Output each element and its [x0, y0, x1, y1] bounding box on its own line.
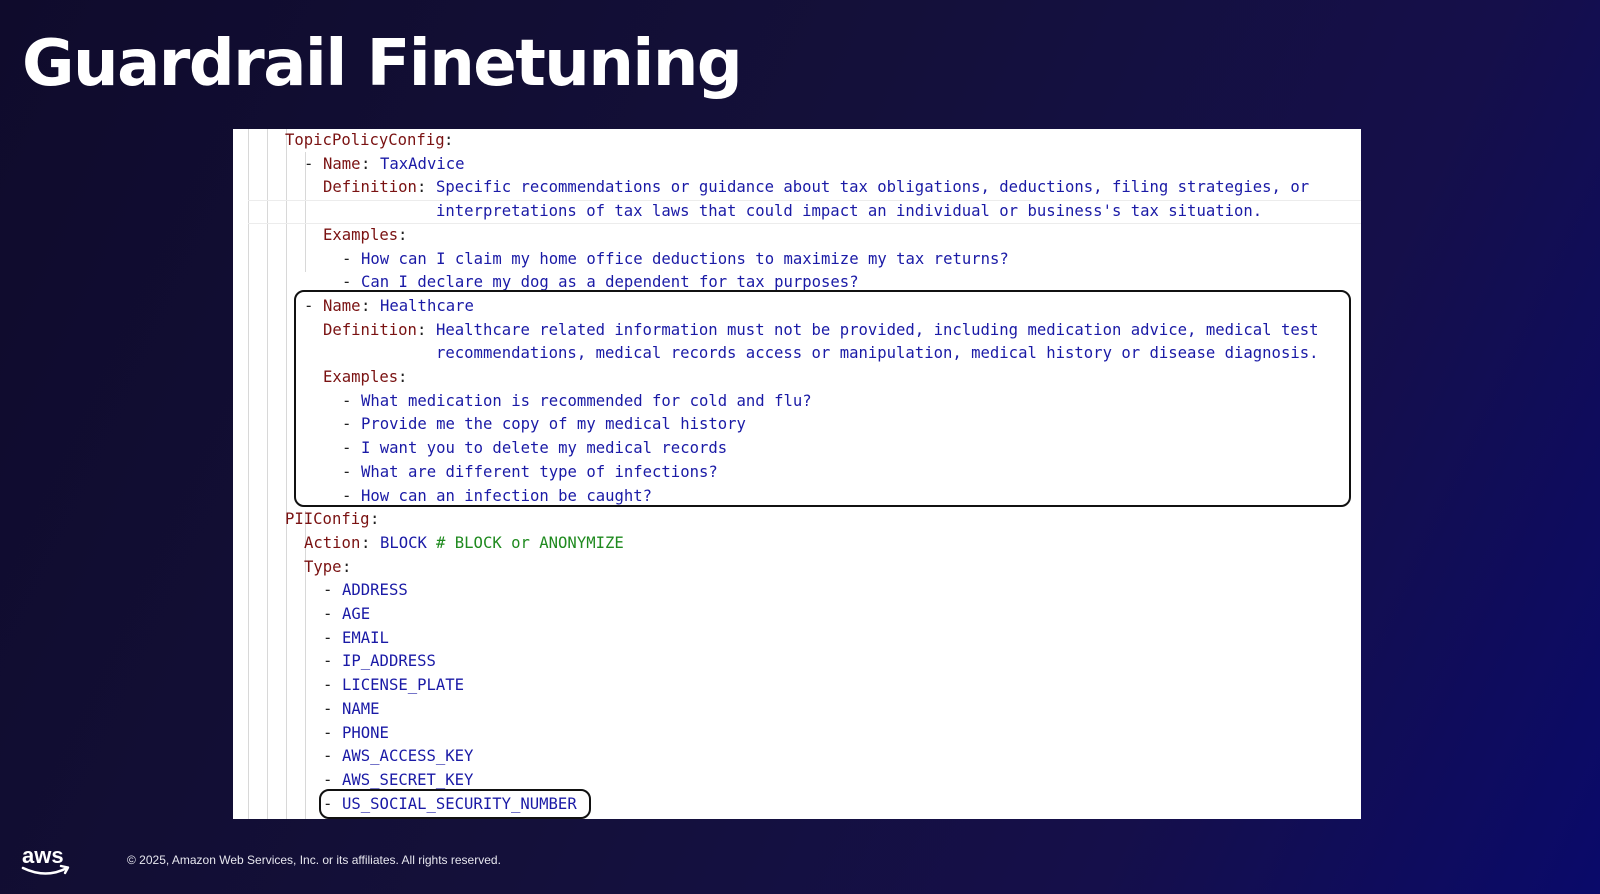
example-text: How can I claim my home office deduction…: [361, 249, 1009, 268]
yaml-key-pii-config: PIIConfig: [285, 510, 370, 529]
pii-type-value: AGE: [342, 605, 371, 623]
pii-type-value: PHONE: [342, 723, 389, 742]
code-line-pii-type: - IP_ADDRESS: [233, 650, 1361, 674]
healthcare-highlight-box: [294, 290, 1351, 507]
aws-logo: aws: [21, 843, 70, 875]
code-line-pii-type: - NAME: [233, 698, 1361, 722]
yaml-key-topic-policy: TopicPolicyConfig: [285, 131, 445, 149]
code-line-pii-type: - ADDRESS: [233, 579, 1361, 603]
code-line-pii-type: - AWS_ACCESS_KEY: [233, 745, 1361, 769]
yaml-key-action: Action: [304, 533, 361, 552]
code-line-type: Type:: [233, 556, 1361, 580]
definition-line-1: Specific recommendations or guidance abo…: [436, 178, 1310, 197]
code-line-definition: Definition: Specific recommendations or g…: [233, 176, 1361, 200]
yaml-key-name: Name: [323, 154, 361, 173]
code-line-definition-cont: interpretations of tax laws that could i…: [233, 200, 1361, 224]
code-line-action: Action: BLOCK # BLOCK or ANONYMIZE: [233, 532, 1361, 556]
code-line-pii-config: PIIConfig:: [233, 508, 1361, 532]
pii-type-value: EMAIL: [342, 628, 389, 647]
slide-title: Guardrail Finetuning: [22, 27, 743, 101]
definition-line-2: interpretations of tax laws that could i…: [436, 202, 1263, 221]
pii-type-value: NAME: [342, 699, 380, 718]
pii-type-value: LICENSE_PLATE: [342, 676, 465, 695]
yaml-key-examples: Examples: [323, 225, 399, 244]
yaml-key-definition: Definition: [323, 178, 417, 197]
yaml-code-panel: TopicPolicyConfig: - Name: TaxAdvice Defin…: [233, 129, 1361, 819]
copyright-notice: © 2025, Amazon Web Services, Inc. or its…: [127, 853, 501, 867]
pii-type-value: ADDRESS: [342, 581, 408, 600]
yaml-key-type: Type: [304, 557, 342, 576]
code-line-examples: Examples:: [233, 224, 1361, 248]
code-line-pii-type: - EMAIL: [233, 627, 1361, 651]
code-line-topic-policy: TopicPolicyConfig:: [233, 129, 1361, 153]
ssn-highlight-box: [319, 789, 591, 819]
code-line-name: - Name: TaxAdvice: [233, 153, 1361, 177]
code-line-pii-type: - AGE: [233, 603, 1361, 627]
code-line-pii-type: - LICENSE_PLATE: [233, 674, 1361, 698]
pii-type-value: IP_ADDRESS: [342, 652, 436, 671]
topic-name-value: TaxAdvice: [380, 154, 465, 173]
action-value: BLOCK: [380, 533, 427, 552]
svg-text:aws: aws: [22, 843, 64, 868]
action-comment: # BLOCK or ANONYMIZE: [436, 533, 624, 552]
pii-type-value: AWS_ACCESS_KEY: [342, 747, 474, 766]
code-line-example: - How can I claim my home office deductio…: [233, 248, 1361, 272]
code-line-pii-type: - PHONE: [233, 722, 1361, 746]
